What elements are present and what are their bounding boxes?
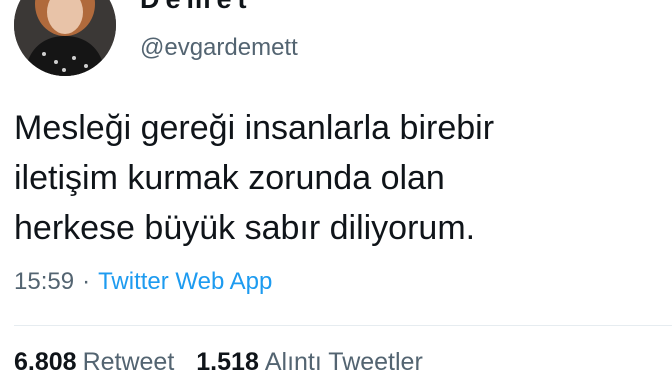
quotes-label: Alıntı Tweetler xyxy=(264,348,423,376)
avatar[interactable] xyxy=(14,0,116,76)
display-name[interactable]: Demet xyxy=(140,0,253,15)
quotes-count: 1.518 xyxy=(196,348,259,376)
tweet-source-link[interactable]: Twitter Web App xyxy=(98,268,272,295)
divider xyxy=(14,325,672,326)
retweets-stat[interactable]: 6.808 Retweet xyxy=(14,348,174,376)
tweet-text-line: Mesleği gereği insanlarla birebir xyxy=(14,109,495,147)
tweet-stats: 6.808 Retweet 1.518 Alıntı Tweetler xyxy=(14,348,445,377)
retweets-label: Retweet xyxy=(82,348,175,376)
quotes-stat[interactable]: 1.518 Alıntı Tweetler xyxy=(196,348,423,376)
tweet-meta: 15:59 · Twitter Web App xyxy=(14,268,272,296)
meta-separator: · xyxy=(82,268,91,295)
tweet-card: Demet @evgardemett Mesleği gereği insanl… xyxy=(0,0,672,378)
user-handle[interactable]: @evgardemett xyxy=(140,34,298,62)
avatar-image xyxy=(14,0,116,76)
tweet-text-line: iletişim kurmak zorunda olan xyxy=(14,159,445,197)
tweet-time[interactable]: 15:59 xyxy=(14,268,74,295)
tweet-text-line: herkese büyük sabır diliyorum. xyxy=(14,209,476,247)
tweet-text: Mesleği gereği insanlarla birebir iletiş… xyxy=(14,103,654,253)
retweets-count: 6.808 xyxy=(14,348,77,376)
